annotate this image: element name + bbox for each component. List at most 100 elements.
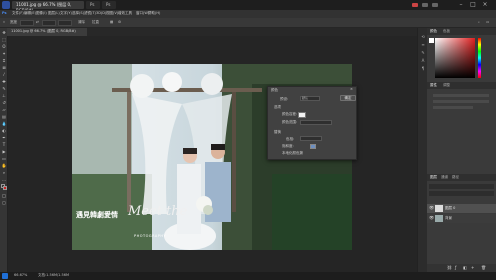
panel-fg-swatch[interactable] [429, 38, 434, 43]
adjust-panel-tabs: 属性 调整 [427, 82, 496, 89]
straighten-button[interactable]: 拉直 [92, 20, 99, 25]
new-layer-icon[interactable]: + [471, 265, 474, 270]
height-input[interactable] [42, 20, 56, 26]
tab-channels[interactable]: 通道 [441, 175, 448, 180]
crop-icon[interactable]: ⌗ [1, 58, 7, 63]
zoom-readout[interactable]: 66.67% [14, 273, 27, 277]
resolution-input[interactable] [58, 20, 72, 26]
clone-stamp-icon[interactable]: ⊥ [1, 93, 7, 98]
fx-icon[interactable]: ƒ [455, 265, 456, 270]
brush-icon[interactable]: ✎ [1, 86, 7, 91]
healing-brush-icon[interactable]: ✚ [1, 79, 7, 84]
link-icon[interactable]: ⛓ [447, 265, 452, 270]
title-tab-3[interactable]: Ps [102, 1, 116, 9]
width-input[interactable] [20, 20, 34, 26]
menu-filter[interactable]: 滤镜(T) [84, 11, 96, 16]
adjust-row-2 [433, 100, 489, 103]
menu-view[interactable]: 视图(V) [106, 11, 118, 16]
background-color-swatch[interactable] [3, 186, 7, 190]
menu-help[interactable]: 帮助(H) [148, 11, 160, 16]
marquee-tool-icon[interactable]: ⬚ [1, 37, 7, 42]
frame-icon[interactable]: ⊠ [1, 65, 7, 70]
quick-mask-icon[interactable]: ◯ [1, 193, 7, 198]
crop-tool-icon[interactable]: ⌗ [3, 20, 5, 24]
document-tab[interactable]: 11001.jpg @ 66.7% (图层 0, RGB/8#) [7, 28, 87, 36]
tab-paths[interactable]: 路径 [452, 175, 459, 180]
layer-filter-bar[interactable] [429, 184, 494, 189]
gradient-icon[interactable]: ▤ [1, 114, 7, 119]
menu-edit[interactable]: 编辑(E) [24, 11, 36, 16]
settings-icon[interactable]: ⚙ [118, 20, 121, 24]
paragraph-icon[interactable]: ¶ [420, 66, 426, 71]
character-icon[interactable]: A [420, 58, 426, 63]
layer-name: 图层 0 [445, 206, 456, 210]
visibility-icon[interactable]: 👁 [429, 215, 434, 220]
ok-button[interactable]: 确定 [340, 95, 356, 101]
menu-plugins[interactable]: 增效工具 [118, 11, 132, 16]
shape-icon[interactable]: ▭ [1, 156, 7, 161]
swap-icon[interactable]: ⇄ [36, 20, 39, 24]
tab-swatches[interactable]: 色板 [443, 29, 450, 34]
history-icon[interactable]: ⟲ [420, 34, 426, 39]
hue-slider[interactable] [478, 38, 481, 78]
dodge-icon[interactable]: ◐ [1, 128, 7, 133]
magic-wand-icon[interactable]: ✦ [1, 51, 7, 56]
visibility-icon[interactable]: 👁 [429, 205, 434, 210]
options-label: 选项 [274, 105, 281, 109]
screen-mode-icon[interactable]: ▢ [1, 200, 7, 205]
menu-select[interactable]: 选择(S) [72, 11, 84, 16]
ps-logo-icon [2, 1, 10, 9]
zoom-icon[interactable]: ⌕ [1, 170, 7, 175]
menu-type[interactable]: 文字(Y) [60, 11, 72, 16]
menu-3d[interactable]: 3D(D) [96, 11, 106, 15]
lasso-tool-icon[interactable]: ʘ [1, 44, 7, 49]
photoshop-window: 11001.jpg @ 66.7% (图层 0, RGB/8#) Ps Ps –… [0, 0, 496, 280]
title-tab-document[interactable]: 11001.jpg @ 66.7% (图层 0, RGB/8#) [12, 1, 84, 13]
type-tool-icon[interactable]: T [1, 142, 7, 147]
menu-image[interactable]: 图像(I) [36, 11, 47, 16]
pen-icon[interactable]: ✒ [1, 135, 7, 140]
blur-icon[interactable]: 💧 [1, 121, 7, 126]
windows-start-icon[interactable] [2, 273, 8, 279]
photo-caption-chinese: 遇見韓劇愛情 [76, 211, 118, 219]
eraser-icon[interactable]: ▱ [1, 107, 7, 112]
menu-file[interactable]: 文件(F) [12, 11, 24, 16]
minimize-icon[interactable]: – [456, 1, 466, 9]
local-cluster-label[interactable]: 本地化颜色簇 [282, 151, 303, 156]
tab-properties[interactable]: 属性 [430, 83, 437, 88]
grid-icon[interactable]: ▦ [110, 20, 113, 24]
brush-panel-icon[interactable]: ✎ [420, 50, 426, 55]
close-icon[interactable]: × [480, 1, 490, 9]
tab-color[interactable]: 颜色 [430, 29, 437, 34]
trash-icon[interactable]: 🗑 [481, 265, 486, 270]
maximize-icon[interactable]: □ [468, 1, 478, 9]
hue-field[interactable] [300, 136, 322, 141]
mask-icon[interactable]: ◧ [463, 265, 467, 270]
search-icon[interactable]: ⌕ [478, 20, 480, 24]
dialog-close-icon[interactable]: × [350, 87, 353, 91]
result-swatch[interactable] [310, 144, 316, 149]
hand-icon[interactable]: ✋ [1, 163, 7, 168]
properties-icon[interactable]: ≡ [420, 42, 426, 47]
color-picker-field[interactable] [435, 38, 475, 78]
adjust-row-1 [433, 94, 489, 97]
more-tools-icon[interactable]: … [1, 177, 7, 182]
layer-row-2[interactable]: 👁 背景 [427, 214, 496, 223]
path-select-icon[interactable]: ▶ [1, 149, 7, 154]
tab-adjustments[interactable]: 调整 [443, 83, 450, 88]
menu-layer[interactable]: 图层(L) [48, 11, 60, 16]
layer-thumbnail [435, 205, 443, 212]
eyedropper-icon[interactable]: ⁄ [1, 72, 7, 77]
color-swatch[interactable] [298, 112, 306, 118]
clear-button[interactable]: 清除 [78, 20, 85, 25]
blend-mode-bar[interactable] [429, 191, 494, 196]
layers-panel-tabs: 图层 通道 路径 [427, 174, 496, 181]
history-brush-icon[interactable]: ↺ [1, 100, 7, 105]
title-tab-2[interactable]: Ps [86, 1, 100, 9]
preset-select[interactable]: 默认 [300, 96, 320, 101]
ps-menu-icon[interactable]: Ps [2, 11, 7, 15]
workspace-icon[interactable]: ▭ [486, 20, 489, 24]
tab-layers[interactable]: 图层 [430, 175, 437, 180]
range-field[interactable] [300, 120, 332, 125]
layer-row-1[interactable]: 👁 图层 0 [427, 204, 496, 213]
